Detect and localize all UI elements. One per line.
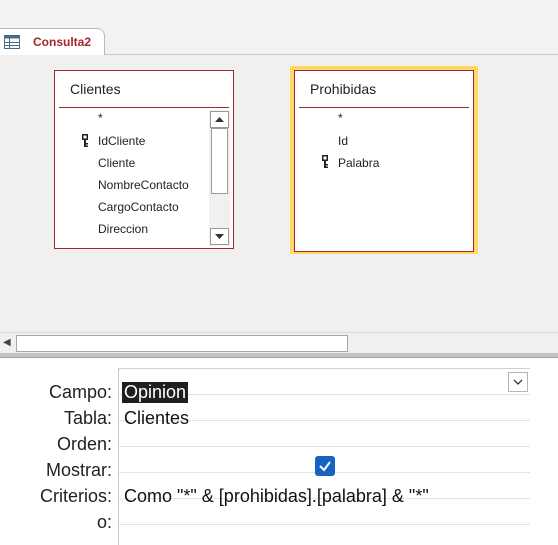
table-vertical-scrollbar[interactable] [209,110,230,246]
scroll-thumb[interactable] [16,335,348,352]
primary-key-icon [322,155,328,168]
tab-consulta2[interactable]: Consulta2 [0,28,105,56]
scroll-down-button[interactable] [210,228,229,245]
field-id[interactable]: Id [338,134,348,148]
grid-column-2[interactable] [530,368,558,545]
row-label-campo: Campo: [48,382,112,402]
top-strip [0,0,558,28]
query-grid-icon [4,35,20,49]
field-star[interactable]: * [338,111,343,125]
grid-line [119,446,530,447]
triangle-down-icon [215,234,224,239]
table-box-prohibidas[interactable]: Prohibidas * Id Palabra [294,70,474,252]
field-nombrecontacto[interactable]: NombreContacto [98,178,189,192]
row-label-o: o: [96,512,112,532]
grid-line [119,524,530,525]
table-title-clientes: Clientes [70,81,121,97]
row-label-tabla: Tabla: [63,408,112,428]
table-title-prohibidas: Prohibidas [310,81,377,97]
grid-top-line [118,368,558,369]
table-box-clientes[interactable]: Clientes * IdCliente Cliente NombreConta… [54,70,234,249]
query-design-grid: Campo: Tabla: Orden: Mostrar: Criterios:… [0,358,558,545]
scroll-left-icon[interactable]: ◀ [3,337,11,348]
checkmark-icon [319,461,331,472]
tab-label: Consulta2 [33,35,92,49]
row-label-orden: Orden: [56,434,112,454]
grid-column-1[interactable]: Opinion Clientes Como "*" & [prohibidas]… [118,368,531,545]
row-label-criterios: Criterios: [39,486,112,506]
table-title-divider [59,107,229,108]
triangle-up-icon [215,117,224,122]
field-idcliente[interactable]: IdCliente [98,134,145,148]
chevron-down-icon [513,379,523,385]
campo-cell[interactable]: Opinion [122,382,189,403]
design-horizontal-scrollbar[interactable]: ◀ [0,332,558,353]
scroll-up-button[interactable] [210,111,229,128]
field-cliente[interactable]: Cliente [98,156,135,170]
scroll-thumb[interactable] [211,128,228,194]
tabla-cell[interactable]: Clientes [124,408,189,429]
criterios-cell[interactable]: Como "*" & [prohibidas].[palabra] & "*" [124,486,429,507]
primary-key-icon [82,134,88,147]
field-direccion[interactable]: Direccion [98,222,148,236]
field-palabra[interactable]: Palabra [338,156,379,170]
campo-dropdown-button[interactable] [508,372,528,392]
row-label-mostrar: Mostrar: [45,460,112,480]
mostrar-checkbox[interactable] [315,456,335,476]
table-title-divider [299,107,469,108]
field-cargocontacto[interactable]: CargoContacto [98,200,179,214]
field-star[interactable]: * [98,111,103,125]
